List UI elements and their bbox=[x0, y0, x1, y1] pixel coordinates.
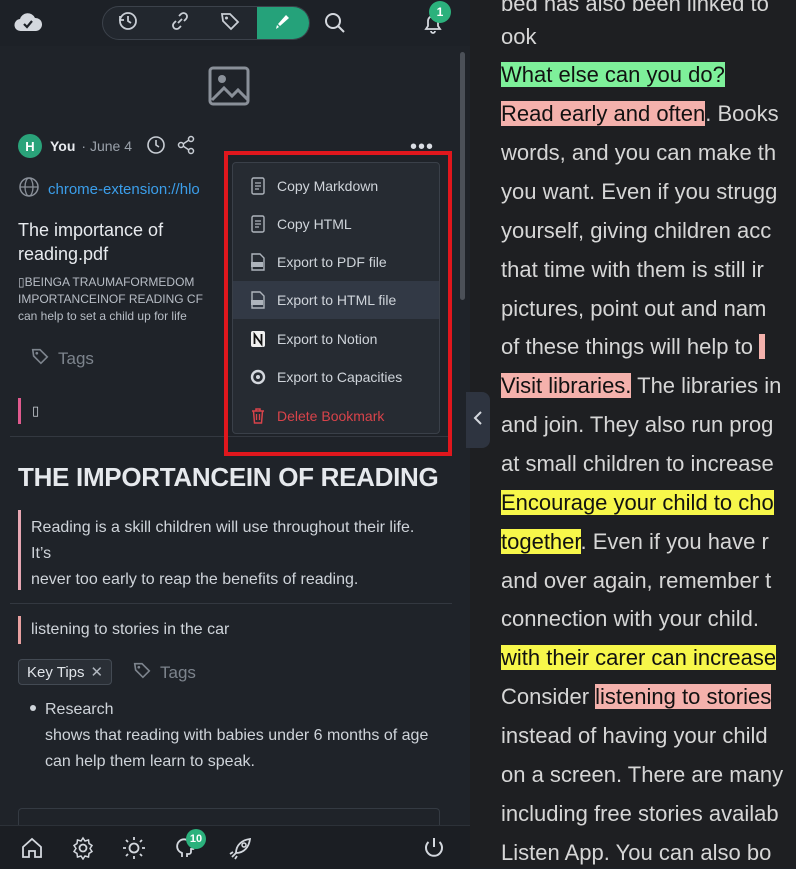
image-placeholder-icon bbox=[208, 66, 250, 111]
reader-line: words, and you can make th bbox=[501, 140, 777, 165]
tag-icon bbox=[30, 346, 50, 371]
reader-line: together. Even if you have r bbox=[501, 526, 769, 558]
theme-sun-icon[interactable] bbox=[122, 836, 146, 865]
reader-line: Visit libraries. The libraries in bbox=[501, 370, 781, 402]
pink-highlight[interactable]: listening to stories bbox=[595, 684, 772, 709]
note-line: Research bbox=[45, 701, 114, 718]
reader-line: connection with your child. bbox=[501, 606, 760, 631]
reader-line: Encourage your child to cho bbox=[501, 487, 774, 519]
reader-line: ook bbox=[501, 24, 537, 49]
reader-text: of these things will help to bbox=[501, 334, 753, 359]
tag-chip-key-tips[interactable]: Key Tips ✕ bbox=[18, 659, 113, 685]
reader-line: pictures, point out and nam bbox=[501, 296, 767, 321]
source-url-row: chrome-extension://hlo bbox=[18, 176, 200, 202]
reader-text: The libraries in bbox=[631, 373, 782, 398]
highlight-color-bar bbox=[18, 510, 21, 590]
bookmark-meta: H You · June 4 bbox=[18, 134, 196, 158]
annotation-highlight-box bbox=[224, 151, 452, 456]
note-bullet[interactable]: Research shows that reading with babies … bbox=[45, 697, 440, 775]
reader-line: Consider listening to stories bbox=[501, 681, 772, 713]
view-toggle-group bbox=[102, 6, 310, 40]
reader-line: with their carer can increase bbox=[501, 642, 777, 674]
avatar: H bbox=[18, 134, 42, 158]
highlight-text[interactable]: ▯ bbox=[32, 403, 39, 419]
reader-text: Consider bbox=[501, 684, 596, 709]
reader-line: yourself, giving children acc bbox=[501, 218, 772, 243]
power-icon[interactable] bbox=[422, 836, 446, 865]
reader-text: . Even if you have r bbox=[580, 529, 769, 554]
reader-line: Read early and often. Books bbox=[501, 98, 779, 130]
tag-icon bbox=[219, 10, 241, 37]
snippet-line: ▯BEINGA TRAUMAFORMEDOM bbox=[18, 275, 195, 289]
reader-line: on a screen. There are many bbox=[501, 762, 784, 787]
bookmark-title[interactable]: The importance of reading.pdf bbox=[18, 218, 218, 266]
tags-input[interactable]: Tags bbox=[132, 660, 196, 685]
chevron-left-icon bbox=[472, 410, 484, 431]
tags-placeholder: Tags bbox=[58, 348, 94, 368]
settings-gear-icon[interactable] bbox=[71, 836, 95, 865]
bookmark-date: · June 4 bbox=[81, 138, 132, 154]
link-icon bbox=[169, 10, 191, 37]
bookmark-snippet: ▯BEINGA TRAUMAFORMEDOM IMPORTANCEINOF RE… bbox=[18, 274, 228, 325]
author-name: You bbox=[50, 138, 76, 154]
collapse-panel-button[interactable] bbox=[466, 392, 490, 448]
reminder-clock-icon[interactable] bbox=[146, 135, 166, 158]
bullet-dot bbox=[30, 705, 36, 711]
home-icon[interactable] bbox=[20, 836, 44, 865]
bottom-navigation: 10 bbox=[0, 825, 470, 869]
rocket-icon[interactable] bbox=[227, 836, 253, 867]
quote-highlight[interactable]: Reading is a skill children will use thr… bbox=[31, 515, 436, 593]
highlight-color-bar bbox=[18, 616, 21, 644]
tags-input[interactable]: Tags bbox=[30, 346, 94, 371]
notification-count-badge: 1 bbox=[429, 1, 451, 23]
history-tab[interactable] bbox=[103, 7, 153, 39]
pink-highlight[interactable]: Read early and often bbox=[501, 101, 706, 126]
tag-icon bbox=[132, 660, 152, 685]
highlight-text[interactable]: listening to stories in the car bbox=[31, 621, 229, 639]
pink-highlight[interactable]: Visit libraries. bbox=[501, 373, 632, 398]
quote-line: never too early to reap the benefits of … bbox=[31, 571, 359, 588]
quote-line: Reading is a skill children will use thr… bbox=[31, 519, 415, 562]
reader-line: What else can you do? bbox=[501, 59, 725, 91]
reader-line: Listen App. You can also bo bbox=[501, 840, 772, 865]
note-line: can help them learn to speak. bbox=[45, 753, 255, 770]
divider bbox=[10, 603, 452, 604]
remove-tag-icon[interactable]: ✕ bbox=[91, 663, 104, 681]
reader-line: including free stories availab bbox=[501, 801, 779, 826]
yellow-highlight[interactable]: together bbox=[501, 529, 581, 554]
reader-line: and join. They also run prog bbox=[501, 412, 774, 437]
reader-text: . Books bbox=[705, 101, 779, 126]
highlight-color-bar bbox=[18, 398, 21, 424]
pink-highlight[interactable] bbox=[759, 334, 766, 359]
yellow-highlight[interactable]: with their carer can increase bbox=[501, 645, 777, 670]
search-icon[interactable] bbox=[322, 10, 348, 41]
globe-icon bbox=[18, 176, 40, 202]
reader-line: bed has also been linked to bbox=[501, 0, 769, 16]
history-icon bbox=[117, 10, 139, 37]
cloud-sync-icon[interactable] bbox=[14, 11, 43, 38]
links-tab[interactable] bbox=[155, 7, 205, 39]
reader-line: you want. Even if you strugg bbox=[501, 179, 778, 204]
yellow-highlight[interactable]: Encourage your child to cho bbox=[501, 490, 774, 515]
snippet-line: IMPORTANCEINOF READING CF bbox=[18, 292, 203, 306]
reader-line: that time with them is still ir bbox=[501, 257, 764, 282]
tags-tab[interactable] bbox=[205, 7, 255, 39]
reader-line: at small children to increase bbox=[501, 451, 774, 476]
snippet-line: can help to set a child up for life bbox=[18, 309, 187, 323]
top-toolbar: 1 bbox=[0, 0, 470, 46]
reader-line: and over again, remember t bbox=[501, 568, 772, 593]
tag-chip-label: Key Tips bbox=[27, 663, 85, 681]
scrollbar-thumb[interactable] bbox=[460, 52, 465, 300]
note-line: shows that reading with babies under 6 m… bbox=[45, 727, 429, 744]
highlight-heading[interactable]: THE IMPORTANCEIN OF READING bbox=[18, 462, 439, 493]
reader-line: instead of having your child bbox=[501, 723, 768, 748]
share-icon[interactable] bbox=[176, 135, 196, 158]
highlighter-icon bbox=[272, 10, 294, 37]
reader-line: of these things will help to bbox=[501, 331, 766, 363]
source-url-link[interactable]: chrome-extension://hlo bbox=[48, 181, 200, 198]
highlighter-tab[interactable] bbox=[257, 7, 309, 39]
brain-count-badge: 10 bbox=[186, 829, 206, 849]
tags-placeholder: Tags bbox=[160, 662, 196, 682]
green-highlight[interactable]: What else can you do? bbox=[501, 62, 725, 87]
